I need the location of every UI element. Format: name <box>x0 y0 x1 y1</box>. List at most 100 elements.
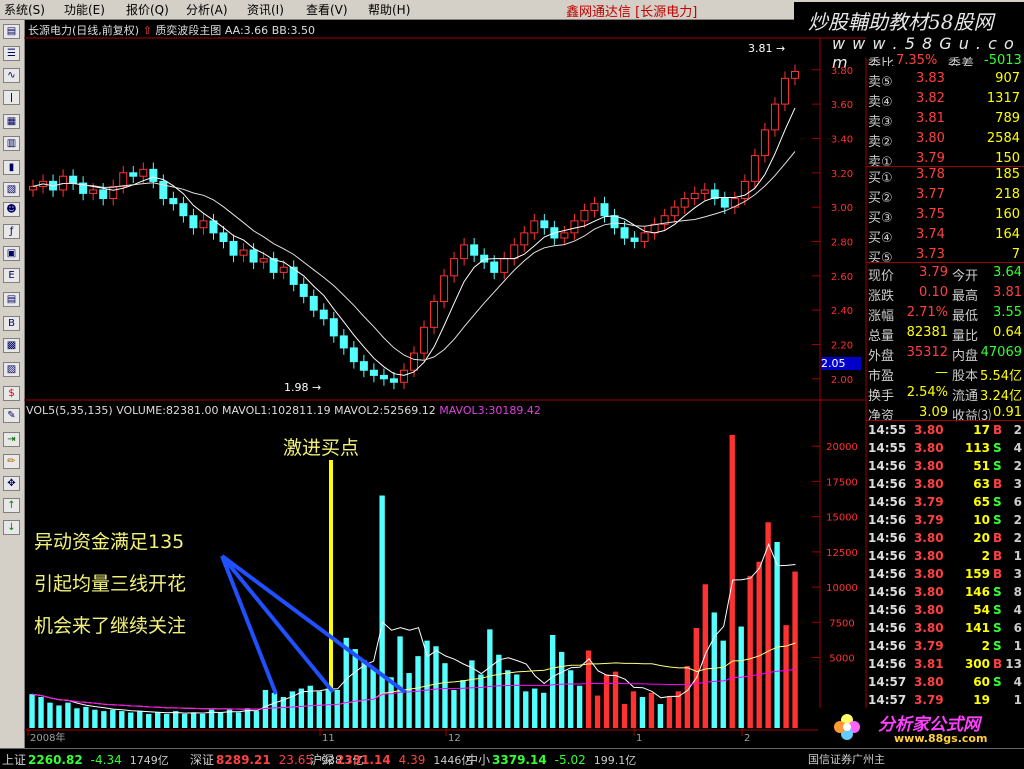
candle-body <box>299 283 308 297</box>
candle-body <box>339 335 348 349</box>
candle-body <box>69 175 78 184</box>
tick-time: 14:56 <box>868 459 907 473</box>
quote-volume: 789 <box>995 111 1020 126</box>
tick-time: 14:56 <box>868 657 907 671</box>
stat-row: 市盈 — 股本 5.54亿 <box>866 364 1024 384</box>
quote-price: 3.82 <box>916 91 945 106</box>
tick-price: 3.79 <box>914 693 944 707</box>
volume-bar <box>101 711 107 728</box>
stat-value: 82381 <box>906 325 948 340</box>
candle-body <box>470 244 479 256</box>
tick-price: 3.80 <box>914 567 944 581</box>
quote-label: 卖⑤ <box>868 75 893 90</box>
candle-body <box>349 347 358 363</box>
tick-price: 3.80 <box>914 585 944 599</box>
stat-row: 涨幅 2.71% 最低 3.55 <box>866 304 1024 324</box>
candle-body <box>580 210 589 222</box>
index-change: 23.65 <box>278 753 314 767</box>
volume-bar <box>702 584 708 728</box>
price-tick-label: 3.80 <box>831 66 853 77</box>
tick-flag: S <box>993 603 1002 617</box>
tick-count: 1 <box>1013 639 1022 653</box>
candle-body <box>119 172 128 188</box>
volume-bar <box>666 697 673 728</box>
tick-price: 3.80 <box>914 531 944 545</box>
volume-bar <box>65 702 71 728</box>
quote-volume: 160 <box>995 207 1020 222</box>
candle-body <box>369 369 378 376</box>
stat-label: 涨跌 <box>868 289 895 304</box>
candle-body <box>610 215 619 229</box>
stat-value: 3.55 <box>993 305 1022 320</box>
tick-row: 14:56 3.80 63 B 3 <box>866 476 1024 494</box>
tick-time: 14:57 <box>868 693 907 707</box>
volume-bar <box>612 671 619 728</box>
low-mark-label: 1.98 → <box>284 381 322 394</box>
date-label: 2 <box>744 733 750 744</box>
stat-value: 35312 <box>906 345 948 360</box>
volume-bar <box>235 712 242 728</box>
candle-body <box>89 189 98 194</box>
tick-row: 14:56 3.80 141 S 6 <box>866 620 1024 638</box>
volume-bar <box>711 612 717 728</box>
tick-price: 3.80 <box>914 675 944 689</box>
candle-body <box>670 206 679 217</box>
volume-bar <box>361 660 367 728</box>
volume-bar <box>576 685 583 728</box>
bid-row: 买① 3.78 185 <box>866 166 1024 186</box>
volume-bar <box>29 694 35 728</box>
stat-label: 流通 <box>952 389 979 404</box>
date-label: 1 <box>636 733 642 744</box>
ma-line <box>32 107 796 376</box>
tick-price: 3.81 <box>914 657 944 671</box>
candle-body <box>690 192 699 200</box>
tick-count: 1 <box>1013 693 1022 707</box>
tick-count: 6 <box>1013 621 1022 635</box>
candle-body <box>259 258 268 263</box>
tick-time: 14:56 <box>868 495 907 509</box>
index-item[interactable]: 中小 3379.14 -5.02 199.1亿 <box>466 751 636 768</box>
annotation-line1: 异动资金满足135 <box>34 531 185 553</box>
volume-bar <box>523 691 529 728</box>
volume-bar <box>765 522 771 728</box>
volume-bar <box>47 702 53 728</box>
volume-bar <box>603 674 610 728</box>
bid-row: 买③ 3.75 160 <box>866 206 1024 226</box>
volume-bar <box>630 691 637 728</box>
tick-flag: S <box>993 639 1002 653</box>
bid-row: 买④ 3.74 164 <box>866 226 1024 246</box>
candle-body <box>359 361 368 371</box>
volume-bar <box>514 674 520 728</box>
index-change: -5.02 <box>554 753 586 767</box>
quote-volume: 2584 <box>986 131 1020 146</box>
stat-label: 总量 <box>868 329 895 344</box>
candle-body <box>460 244 469 260</box>
annotation-line3: 机会来了继续关注 <box>34 615 187 637</box>
current-price-label: 2.05 <box>821 357 861 370</box>
date-label: 11 <box>322 733 335 744</box>
tick-count: 13 <box>1005 657 1022 671</box>
candle-body <box>630 237 639 242</box>
candle-body <box>129 172 138 177</box>
flower-logo-icon <box>832 712 862 742</box>
tick-volume: 2 <box>981 549 990 563</box>
volume-bar <box>657 704 664 728</box>
tick-price: 3.80 <box>914 423 944 437</box>
candle-body <box>570 220 579 234</box>
index-item[interactable]: 上证 2260.82 -4.34 1749亿 <box>2 751 169 768</box>
stat-label: 换手 <box>868 389 895 404</box>
stat-value: 3.09 <box>919 405 948 420</box>
candle-body <box>329 318 338 337</box>
candle-body <box>780 77 789 105</box>
candle-body <box>389 378 398 383</box>
tick-count: 8 <box>1013 585 1022 599</box>
quote-price: 3.83 <box>916 71 945 86</box>
volume-bar <box>774 542 780 728</box>
index-item[interactable]: 沪深 2331.14 4.39 1446亿 <box>310 751 472 768</box>
candle-body <box>289 266 298 285</box>
volume-bar <box>253 711 260 728</box>
candle-body <box>750 155 759 182</box>
quote-price: 3.79 <box>916 151 945 166</box>
candle-body <box>760 129 769 157</box>
tick-price: 3.79 <box>914 639 944 653</box>
